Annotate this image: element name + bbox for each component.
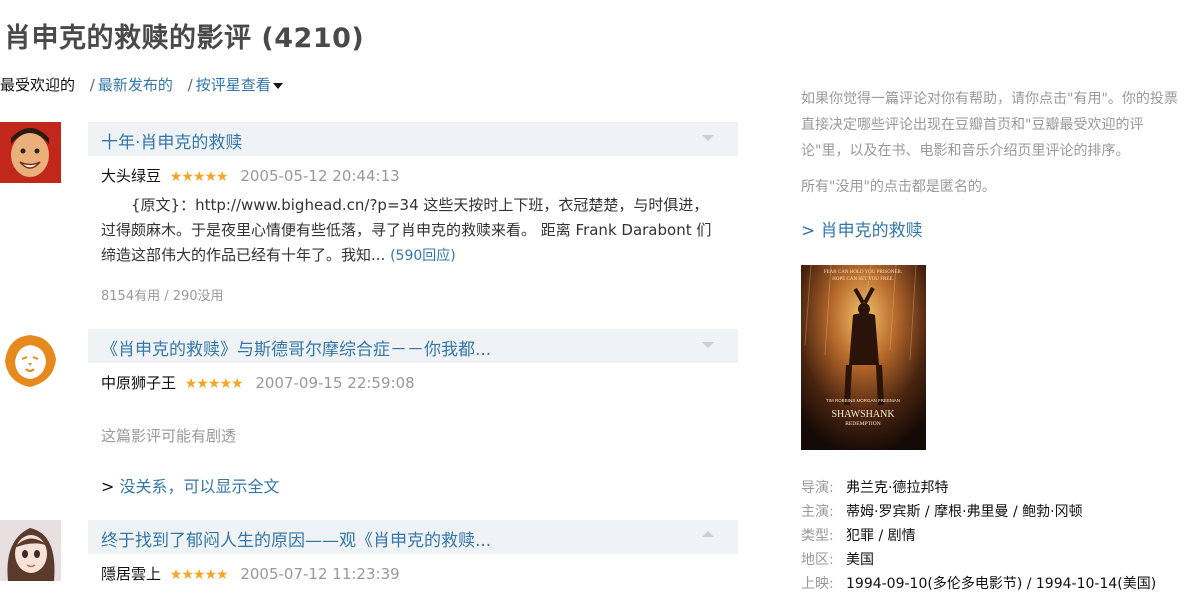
info-value: 1994-09-10(多伦多电影节) / 1994-10-14(美国): [846, 576, 1157, 592]
review-item: 《肖申克的救赎》与斯德哥尔摩综合症－－你我都... 中原狮子王 ★★★★★ 20…: [0, 329, 738, 509]
info-label: 上映:: [801, 576, 834, 592]
poster-tagline: HOPE CAN SET YOU FREE.: [832, 277, 894, 282]
review-author-link[interactable]: 隱居雲上: [101, 565, 161, 583]
info-label: 主演:: [801, 504, 834, 520]
sort-newest-link[interactable]: 最新发布的: [98, 76, 173, 94]
poster-tagline: FEAR CAN HOLD YOU PRISONER.: [824, 270, 902, 275]
rating-stars-icon: ★★★★★: [184, 376, 244, 392]
review-count: (4210): [261, 23, 365, 54]
movie-poster[interactable]: FEAR CAN HOLD YOU PRISONER. HOPE CAN SET…: [801, 265, 926, 450]
review-title-link[interactable]: 终于找到了郁闷人生的原因——观《肖申克的救赎...: [101, 526, 491, 551]
review-meta: 中原狮子王 ★★★★★ 2007-09-15 22:59:08: [101, 372, 415, 393]
review-date: 2005-07-12 11:23:39: [240, 565, 400, 583]
review-meta: 大头绿豆 ★★★★★ 2005-05-12 20:44:13: [101, 165, 400, 186]
review-excerpt: {原文}：http://www.bighead.cn/?p=34 这些天按时上下…: [101, 193, 721, 269]
poster-title: SHAWSHANK: [831, 409, 895, 420]
review-date: 2007-09-15 22:59:08: [255, 374, 415, 392]
review-votes: 8154有用 / 290没用: [101, 289, 224, 304]
review-author-link[interactable]: 大头绿豆: [101, 167, 161, 185]
info-region: 地区: 美国: [801, 548, 1156, 572]
avatar[interactable]: [0, 122, 61, 183]
page-title: 肖申克的救赎的影评 (4210): [4, 16, 364, 55]
info-value[interactable]: 弗兰克·德拉邦特: [846, 480, 948, 496]
review-item: 十年·肖申克的救赎 大头绿豆 ★★★★★ 2005-05-12 20:44:13…: [0, 122, 738, 312]
review-header: 《肖申克的救赎》与斯德哥尔摩综合症－－你我都...: [88, 329, 738, 363]
movie-info: 导演: 弗兰克·德拉邦特 主演: 蒂姆·罗宾斯 / 摩根·弗里曼 / 鲍勃·冈顿 类…: [801, 476, 1156, 596]
sort-by-rating-link[interactable]: 按评星查看: [196, 76, 271, 94]
sidebar: 如果你觉得一篇评论对你有帮助，请你点击"有用"。你的投票直接决定哪些评论出现在豆…: [801, 86, 1185, 592]
page-title-text: 肖申克的救赎的影评: [4, 23, 252, 54]
info-label: 类型:: [801, 528, 834, 544]
info-label: 导演:: [801, 480, 834, 496]
sort-separator: /: [187, 76, 193, 94]
poster-subtitle: REDEMPTION: [845, 421, 880, 427]
show-full-link[interactable]: 没关系，可以显示全文: [120, 477, 280, 496]
avatar[interactable]: [0, 520, 61, 581]
sort-bar: 最受欢迎的 / 最新发布的 / 按评星查看: [0, 74, 283, 95]
info-value: 犯罪 / 剧情: [846, 528, 916, 544]
review-title-link[interactable]: 十年·肖申克的救赎: [101, 128, 242, 153]
review-item: 终于找到了郁闷人生的原因——观《肖申克的救赎... 隱居雲上 ★★★★★ 200…: [0, 520, 738, 614]
info-value: 美国: [846, 552, 874, 568]
review-replies-link[interactable]: (590回应): [390, 248, 456, 264]
info-release: 上映: 1994-09-10(多伦多电影节) / 1994-10-14(美国): [801, 572, 1156, 596]
movie-link[interactable]: > 肖申克的救赎: [801, 216, 1185, 241]
help-text: 如果你觉得一篇评论对你有帮助，请你点击"有用"。你的投票直接决定哪些评论出现在豆…: [801, 91, 1178, 159]
poster-actors: TIM ROBBINS MORGAN FREEMAN: [826, 398, 900, 403]
review-author-link[interactable]: 中原狮子王: [101, 374, 176, 392]
review-date: 2005-05-12 20:44:13: [240, 167, 400, 185]
show-full-row: > 没关系，可以显示全文: [101, 473, 280, 497]
info-value[interactable]: 蒂姆·罗宾斯 / 摩根·弗里曼 / 鲍勃·冈顿: [846, 504, 1083, 520]
rating-stars-icon: ★★★★★: [169, 567, 229, 583]
review-header: 终于找到了郁闷人生的原因——观《肖申克的救赎...: [88, 520, 738, 554]
info-director: 导演: 弗兰克·德拉邦特: [801, 476, 1156, 500]
expand-arrow-icon[interactable]: [702, 342, 714, 348]
info-genre: 类型: 犯罪 / 剧情: [801, 524, 1156, 548]
review-title-link[interactable]: 《肖申克的救赎》与斯德哥尔摩综合症－－你我都...: [101, 335, 491, 360]
info-label: 地区:: [801, 552, 834, 568]
spoiler-warning: 这篇影评可能有剧透: [101, 427, 237, 445]
collapse-arrow-icon[interactable]: [702, 531, 714, 537]
avatar[interactable]: [0, 329, 61, 390]
anonymous-note: 所有"没用"的点击都是匿名的。: [801, 179, 996, 195]
caret-down-icon[interactable]: [272, 82, 283, 89]
info-cast: 主演: 蒂姆·罗宾斯 / 摩根·弗里曼 / 鲍勃·冈顿: [801, 500, 1156, 524]
review-header: 十年·肖申克的救赎: [88, 122, 738, 156]
rating-stars-icon: ★★★★★: [169, 169, 229, 185]
review-meta: 隱居雲上 ★★★★★ 2005-07-12 11:23:39: [101, 563, 400, 584]
chevron-right-icon: >: [101, 477, 115, 496]
sort-separator: /: [89, 76, 95, 94]
sort-current: 最受欢迎的: [0, 76, 76, 94]
expand-arrow-icon[interactable]: [702, 135, 714, 141]
